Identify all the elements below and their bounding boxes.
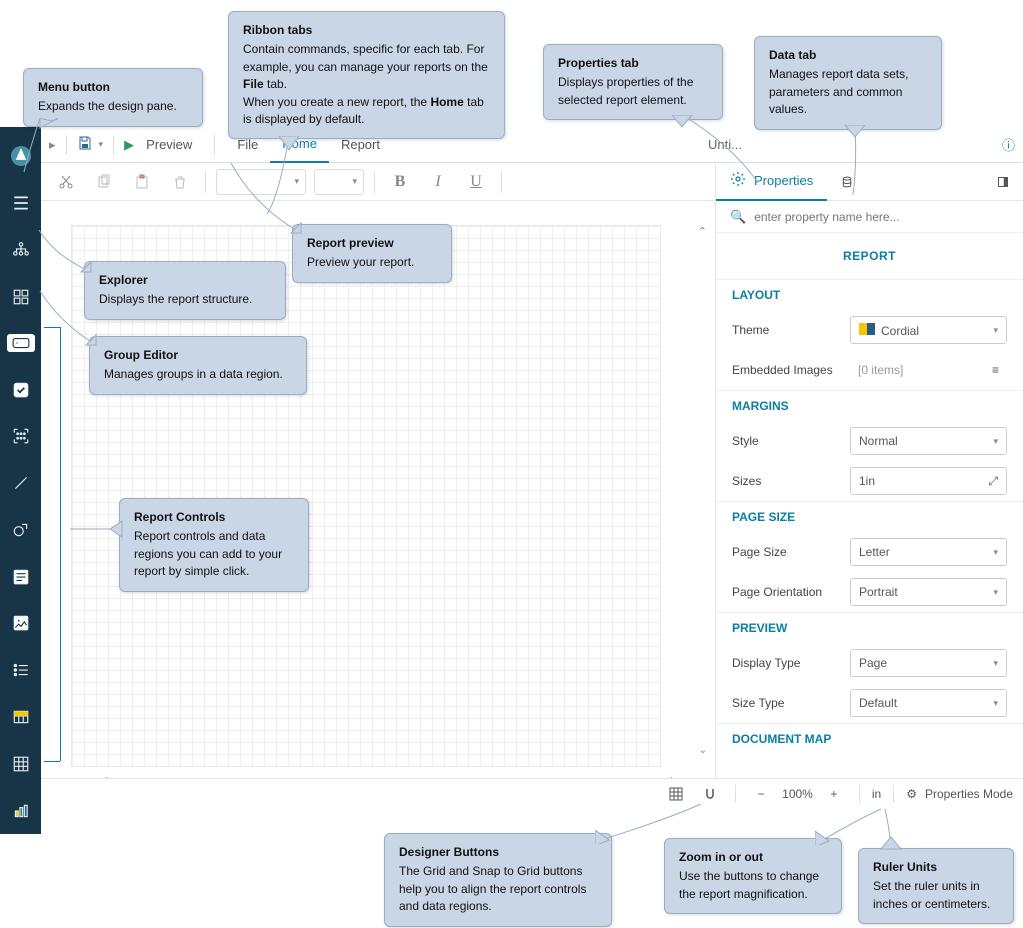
toggle-panel-icon[interactable]	[983, 163, 1023, 201]
page-size-label: Page Size	[732, 545, 842, 559]
italic-button[interactable]: I	[419, 163, 457, 201]
callout-data-tab: Data tab Manages report data sets, param…	[754, 36, 942, 130]
properties-mode-label[interactable]: Properties Mode	[925, 787, 1013, 801]
section-margins: MARGINS	[716, 390, 1023, 421]
image-tool[interactable]	[0, 600, 41, 647]
expand-panel-icon[interactable]: ⌄	[699, 745, 707, 756]
properties-panel: 🔍 REPORT LAYOUT Theme Cordial▾ Embedded …	[715, 201, 1023, 788]
section-pagesize: PAGE SIZE	[716, 501, 1023, 532]
margin-sizes-field[interactable]: 1in⤢	[850, 467, 1007, 495]
paste-button[interactable]	[123, 163, 161, 201]
section-layout: LAYOUT	[716, 279, 1023, 310]
expand-icon: ⤢	[988, 474, 998, 489]
status-bar: − 100% + in ⚙ Properties Mode	[41, 778, 1023, 808]
preview-button[interactable]: Preview	[134, 127, 204, 163]
shape-tool[interactable]	[0, 506, 41, 553]
callout-group-editor: Group Editor Manages groups in a data re…	[89, 336, 307, 395]
callout-properties-tab: Properties tab Displays properties of th…	[543, 44, 723, 120]
table-tool[interactable]	[0, 694, 41, 741]
section-preview: PREVIEW	[716, 612, 1023, 643]
menu-button[interactable]	[0, 180, 41, 227]
ruler-unit-label[interactable]: in	[872, 787, 881, 801]
collapse-panel-icon[interactable]: ⌃	[698, 225, 707, 238]
callout-report-controls: Report Controls Report controls and data…	[119, 498, 309, 592]
embedded-images-label: Embedded Images	[732, 363, 842, 377]
callout-ruler-units: Ruler Units Set the ruler units in inche…	[858, 848, 1014, 924]
callout-zoom: Zoom in or out Use the buttons to change…	[664, 838, 842, 914]
zoom-level: 100%	[782, 787, 813, 801]
search-icon: 🔍	[730, 209, 746, 225]
chart-tool[interactable]	[0, 787, 41, 834]
property-search-input[interactable]	[754, 210, 1009, 224]
list-icon: ≡	[992, 363, 999, 377]
font-size-select[interactable]: ▾	[314, 169, 364, 195]
richtext-tool[interactable]	[0, 553, 41, 600]
callout-menu-button: Menu button Expands the design pane.	[23, 68, 203, 127]
zoom-in-button[interactable]: +	[821, 781, 847, 807]
gear-icon: ⚙	[906, 787, 917, 801]
container-tool[interactable]	[0, 413, 41, 460]
embedded-images-field[interactable]: [0 items]≡	[850, 356, 1007, 384]
info-icon[interactable]: ⓘ	[1002, 135, 1015, 154]
checkbox-tool[interactable]	[0, 366, 41, 413]
callout-explorer: Explorer Displays the report structure.	[84, 261, 286, 320]
margin-style-select[interactable]: Normal▾	[850, 427, 1007, 455]
line-tool[interactable]	[0, 460, 41, 507]
copy-button[interactable]	[85, 163, 123, 201]
theme-label: Theme	[732, 323, 842, 337]
ribbon-bar: ▸ ▾ ▶ Preview File Home Report Unti... ⓘ	[41, 127, 1023, 163]
tablix-tool[interactable]	[0, 740, 41, 787]
size-type-label: Size Type	[732, 696, 842, 710]
display-type-label: Display Type	[732, 656, 842, 670]
margin-style-label: Style	[732, 434, 842, 448]
page-size-select[interactable]: Letter▾	[850, 538, 1007, 566]
group-editor-button[interactable]	[0, 273, 41, 320]
properties-panel-title: REPORT	[716, 233, 1023, 279]
play-icon[interactable]: ▶	[124, 137, 134, 153]
margin-sizes-label: Sizes	[732, 474, 842, 488]
size-type-select[interactable]: Default▾	[850, 689, 1007, 717]
section-docmap: DOCUMENT MAP	[716, 723, 1023, 754]
properties-tab-label: Properties	[754, 173, 813, 188]
list-tool[interactable]	[0, 647, 41, 694]
callout-report-preview: Report preview Preview your report.	[292, 224, 452, 283]
save-icon[interactable]	[77, 135, 93, 154]
theme-select[interactable]: Cordial▾	[850, 316, 1007, 344]
callout-designer-buttons: Designer Buttons The Grid and Snap to Gr…	[384, 833, 612, 927]
textbox-tool[interactable]	[7, 334, 35, 352]
delete-button[interactable]	[161, 163, 199, 201]
bold-button[interactable]: B	[381, 163, 419, 201]
page-orientation-select[interactable]: Portrait▾	[850, 578, 1007, 606]
display-type-select[interactable]: Page▾	[850, 649, 1007, 677]
zoom-out-button[interactable]: −	[748, 781, 774, 807]
underline-button[interactable]: U	[457, 163, 495, 201]
save-dropdown-icon[interactable]: ▾	[99, 139, 104, 150]
callout-ribbon-tabs: Ribbon tabs Contain commands, specific f…	[228, 11, 505, 139]
page-orientation-label: Page Orientation	[732, 585, 842, 599]
